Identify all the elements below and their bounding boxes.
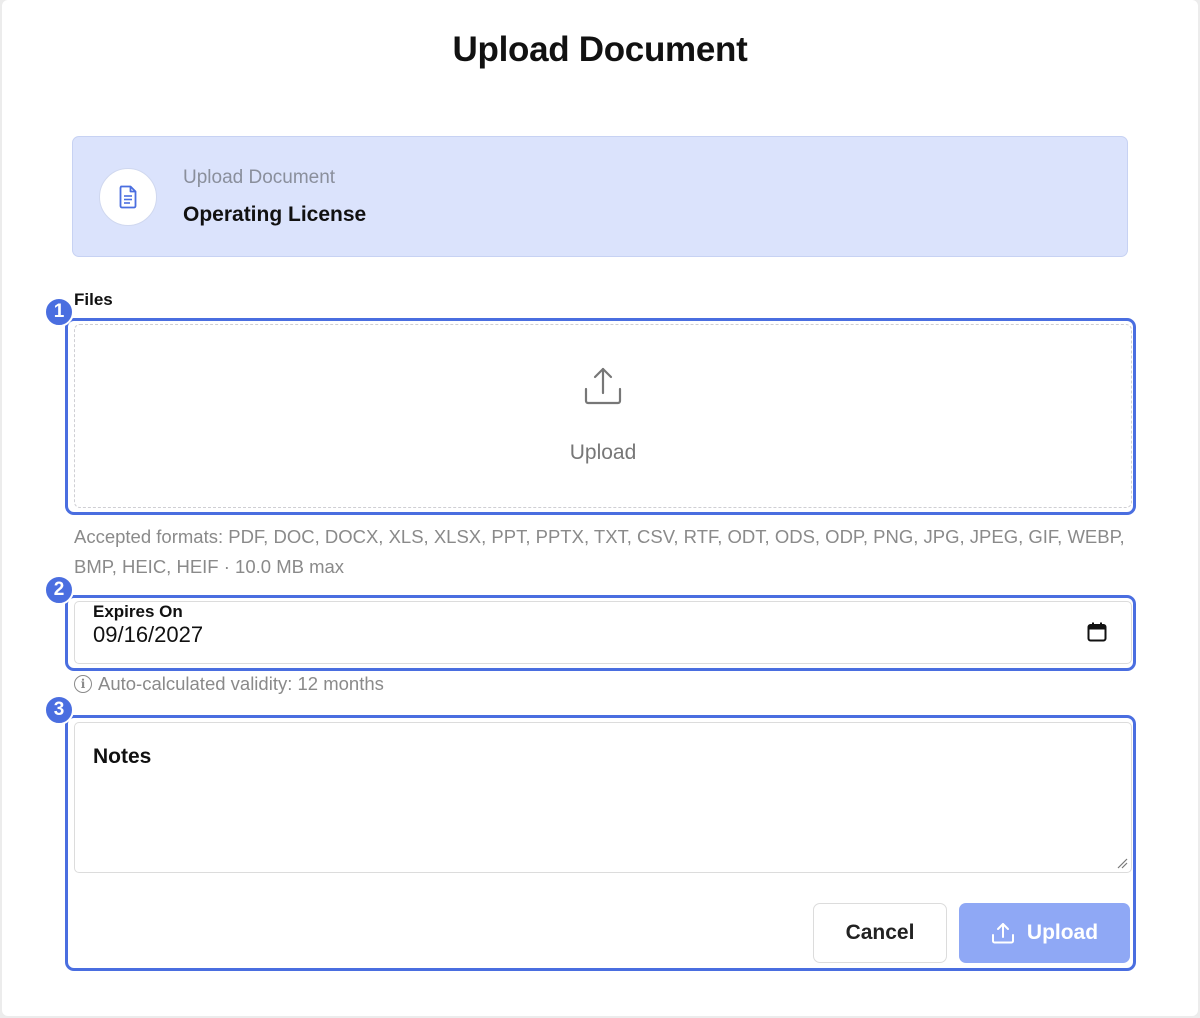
info-icon: i bbox=[74, 675, 92, 693]
annotation-badge-2: 2 bbox=[44, 575, 74, 605]
validity-note: i Auto-calculated validity: 12 months bbox=[74, 673, 384, 695]
document-info-card: Upload Document Operating License bbox=[72, 136, 1128, 257]
document-icon bbox=[119, 185, 137, 209]
annotation-badge-3: 3 bbox=[44, 695, 74, 725]
validity-note-text: Auto-calculated validity: 12 months bbox=[98, 673, 384, 694]
annotation-box-notes-actions bbox=[65, 715, 1136, 971]
annotation-badge-1: 1 bbox=[44, 297, 74, 327]
document-name: Operating License bbox=[183, 203, 367, 226]
annotation-box-expires bbox=[65, 595, 1136, 671]
files-label: Files bbox=[74, 290, 113, 309]
accepted-formats-hint: Accepted formats: PDF, DOC, DOCX, XLS, X… bbox=[74, 526, 1125, 577]
document-subtitle: Upload Document bbox=[183, 167, 336, 188]
annotation-box-files bbox=[65, 318, 1136, 515]
dialog-title: Upload Document bbox=[452, 30, 748, 69]
document-icon-container bbox=[99, 168, 157, 226]
